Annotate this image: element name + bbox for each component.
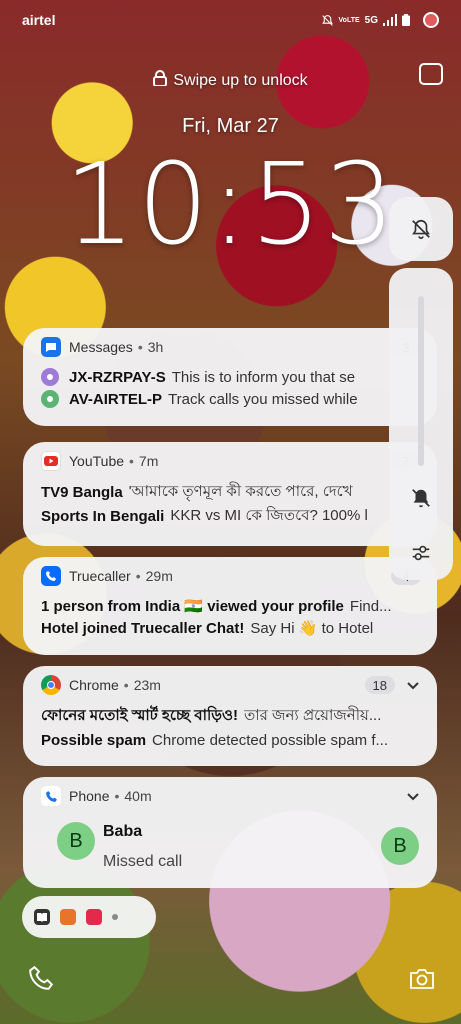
- list-item[interactable]: 1 person from India 🇮🇳 viewed your profi…: [23, 595, 437, 617]
- notification-messages[interactable]: Messages • 3h 3 JX-RZRPAY-S This is to i…: [23, 328, 437, 426]
- sender: AV-AIRTEL-P: [69, 390, 163, 408]
- list-item[interactable]: Possible spam Chrome detected possible s…: [23, 728, 437, 752]
- volte-indicator: VoLTE: [338, 16, 360, 24]
- caller-avatar-secondary[interactable]: B: [381, 827, 419, 865]
- youtube-icon: [41, 451, 61, 471]
- network-type: 5G: [364, 14, 378, 26]
- notification-header: Truecaller • 29m 4: [23, 557, 437, 595]
- app-name: Chrome: [69, 677, 119, 693]
- list-item[interactable]: ফোনের মতোই স্মার্ট হচ্ছে বাড়িও! তার জন্…: [23, 704, 437, 728]
- volume-slider[interactable]: [418, 296, 424, 466]
- battery-icon: [402, 14, 410, 26]
- notification-time: 7m: [138, 453, 159, 469]
- notification-header: Phone • 40m: [23, 777, 437, 815]
- title: ফোনের মতোই স্মার্ট হচ্ছে বাড়িও!: [41, 706, 239, 724]
- notification-header: YouTube • 7m 7: [23, 442, 437, 480]
- notification-time: 3h: [147, 339, 164, 355]
- notification-count[interactable]: 18: [364, 676, 395, 694]
- contact-avatar-icon: [41, 390, 59, 408]
- camera-shortcut-icon[interactable]: [409, 967, 435, 996]
- sender: JX-RZRPAY-S: [69, 368, 166, 386]
- notification-header: Chrome • 23m 18: [23, 666, 437, 704]
- notification-youtube[interactable]: YouTube • 7m 7 TV9 Bangla 'আমাকে তৃণমূল …: [23, 442, 437, 546]
- phone-shortcut-icon[interactable]: [28, 965, 54, 996]
- app-name: YouTube: [69, 453, 125, 469]
- notification-phone[interactable]: Phone • 40m B Baba Missed call B: [23, 777, 437, 888]
- preview: KKR vs MI কে জিতবে? 100% l: [170, 506, 368, 524]
- list-item[interactable]: TV9 Bangla 'আমাকে তৃণমূল কী করতে পারে, দ…: [23, 480, 437, 504]
- preview: 'আমাকে তৃণমূল কী করতে পারে, দেখে: [128, 482, 353, 500]
- carrier-name: airtel: [22, 12, 56, 28]
- sound-mode-panel[interactable]: [389, 197, 453, 261]
- preview: This is to inform you that se: [171, 368, 356, 386]
- app-name: Messages: [69, 339, 133, 355]
- notification-time: 40m: [124, 788, 152, 804]
- unlock-hint: Swipe up to unlock: [0, 70, 461, 90]
- chevron-down-icon[interactable]: [405, 677, 421, 693]
- phone-icon: [41, 786, 61, 806]
- signal-icon: [383, 14, 397, 26]
- caller-avatar: B: [57, 822, 95, 860]
- title: Hotel joined Truecaller Chat!: [41, 619, 245, 637]
- user-avatar[interactable]: [423, 12, 439, 28]
- app-name: Truecaller: [69, 568, 131, 584]
- shield-icon: [60, 909, 76, 925]
- preview: Find...: [349, 597, 392, 615]
- bell-off-icon[interactable]: [389, 209, 453, 249]
- sender: TV9 Bangla: [41, 483, 123, 501]
- notification-chrome[interactable]: Chrome • 23m 18 ফোনের মতোই স্মার্ট হচ্ছে…: [23, 666, 437, 766]
- lock-date: Fri, Mar 27: [182, 115, 279, 137]
- status-icons: VoLTE 5G: [321, 12, 439, 28]
- list-item[interactable]: Sports In Bengali KKR vs MI কে জিতবে? 10…: [23, 504, 437, 528]
- preview: তার জন্য প্রয়োজনীয়...: [244, 706, 382, 724]
- news-icon: [86, 909, 102, 925]
- notification-time: 29m: [145, 568, 173, 584]
- status-bar: airtel VoLTE 5G: [22, 10, 439, 30]
- notification-time: 23m: [133, 677, 161, 693]
- preview: Chrome detected possible spam f...: [152, 731, 388, 749]
- call-status: Missed call: [103, 853, 183, 870]
- sender: Sports In Bengali: [41, 507, 165, 525]
- settings-sliders-icon[interactable]: [389, 533, 453, 573]
- truecaller-icon: [41, 566, 61, 586]
- volume-panel[interactable]: [389, 268, 453, 580]
- notification-truecaller[interactable]: Truecaller • 29m 4 1 person from India 🇮…: [23, 557, 437, 655]
- mute-icon: [321, 14, 333, 26]
- list-item[interactable]: Hotel joined Truecaller Chat! Say Hi 👋 t…: [23, 617, 437, 639]
- preview: Track calls you missed while: [168, 390, 358, 408]
- caller-name: Baba: [103, 823, 143, 840]
- bell-muted-icon[interactable]: [389, 478, 453, 518]
- title: Possible spam: [41, 731, 147, 749]
- more-dot-icon: [112, 914, 118, 920]
- notification-icons-bar[interactable]: [22, 896, 156, 938]
- app-name: Phone: [69, 788, 110, 804]
- notification-header: Messages • 3h 3: [23, 328, 437, 366]
- lock-icon: [153, 70, 168, 86]
- chevron-down-icon[interactable]: [405, 788, 421, 804]
- book-icon: [34, 909, 50, 925]
- preview: Say Hi 👋 to Hotel: [250, 620, 374, 637]
- contact-avatar-icon: [41, 368, 59, 386]
- title: 1 person from India 🇮🇳 viewed your profi…: [41, 598, 344, 615]
- messages-icon: [41, 337, 61, 357]
- chrome-icon: [41, 675, 61, 695]
- unlock-hint-text: Swipe up to unlock: [173, 72, 308, 89]
- list-item[interactable]: AV-AIRTEL-P Track calls you missed while: [23, 388, 437, 410]
- list-item[interactable]: JX-RZRPAY-S This is to inform you that s…: [23, 366, 437, 388]
